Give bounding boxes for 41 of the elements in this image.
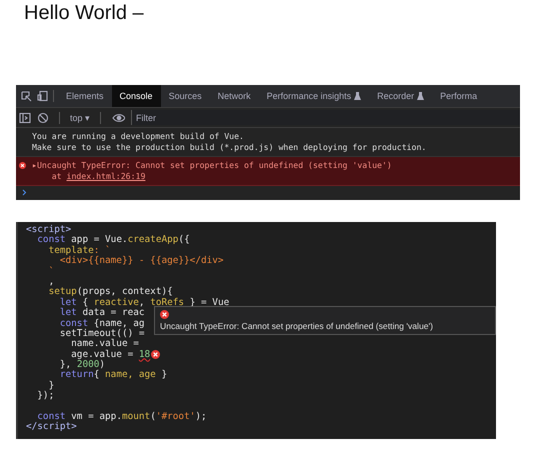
code-line: }, 2000) <box>58 360 106 370</box>
error-icon <box>19 162 26 169</box>
sidebar-icon[interactable] <box>19 112 31 124</box>
code-line: </script> <box>26 422 77 433</box>
clear-icon[interactable] <box>37 112 49 124</box>
code-line: ` <box>48 266 54 277</box>
code-line: const {name, ag <box>58 318 145 329</box>
code-line: const vm = app.mount('#root'); <box>37 412 207 422</box>
devtools-tab[interactable]: Sources <box>160 85 210 107</box>
code-line: return{ name, age } <box>58 370 168 381</box>
error-icon <box>160 310 169 319</box>
devtools-tab[interactable]: Performance insights <box>258 85 370 107</box>
devtools-tab[interactable]: Performa <box>432 85 486 107</box>
code-line: <div>{{name}} - {{age}}</div> <box>58 256 224 267</box>
code-line: , <box>48 276 54 287</box>
error-message: ▸Uncaught TypeError: Cannot set properties of undefined (setting 'value') <box>32 160 393 171</box>
stack-prefix: at <box>50 171 62 181</box>
prompt-icon <box>22 189 27 196</box>
context-selector[interactable]: top ▾ <box>70 112 90 122</box>
code-line: age.value = 18 <box>70 350 150 360</box>
code-line: const app = Vue.createApp({ <box>36 235 190 246</box>
page-heading: Hello World – <box>24 2 145 25</box>
device-icon[interactable] <box>37 90 49 102</box>
code-line: <script> <box>26 225 72 235</box>
code-line: } <box>48 380 54 391</box>
eye-icon[interactable] <box>111 112 126 124</box>
tooltip-text: Uncaught TypeError: Cannot set properties of undefined (setting 'value') <box>160 321 434 331</box>
devtools-tab[interactable]: Elements <box>58 85 112 107</box>
code-line: setTimeout(() = <box>58 328 145 339</box>
code-line: let data = reac <box>58 308 145 318</box>
code-line: name.value = <box>70 339 139 350</box>
code-line: template: ` <box>48 246 111 256</box>
devtools-tab[interactable]: Console <box>112 85 161 107</box>
devtools-tab[interactable]: Network <box>210 85 259 107</box>
filter-field[interactable]: Filter <box>131 110 520 125</box>
code-line: }); <box>36 391 54 402</box>
source-link[interactable]: index.html:26:19 <box>66 171 146 181</box>
error-icon <box>151 350 160 360</box>
inspect-icon[interactable] <box>20 90 32 102</box>
devtools-tab[interactable]: Recorder <box>369 85 432 107</box>
code-line: setup(props, context){ <box>48 287 173 298</box>
